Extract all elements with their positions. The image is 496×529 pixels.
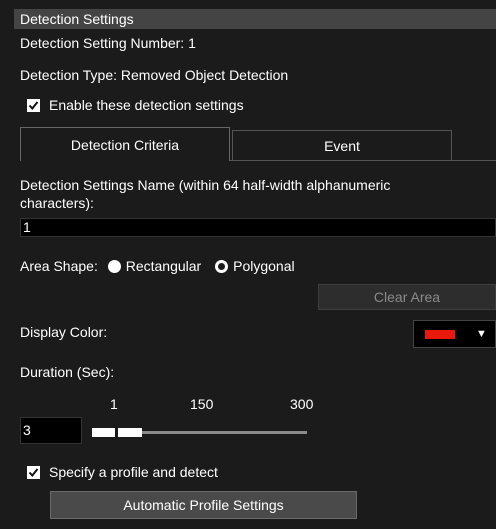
tab-detection-criteria[interactable]: Detection Criteria (20, 127, 230, 161)
name-field-label: Detection Settings Name (within 64 half-… (20, 177, 391, 193)
detection-name-input[interactable]: 1 (20, 218, 496, 237)
name-field-label-cont: characters): (20, 195, 94, 211)
color-swatch (425, 330, 455, 339)
chevron-down-icon: ▼ (476, 328, 487, 340)
detection-settings-panel: Detection Settings Detection Setting Num… (0, 0, 496, 529)
checkmark-icon (28, 468, 39, 478)
duration-input[interactable]: 3 (20, 417, 82, 444)
polygonal-label: Polygonal (233, 258, 295, 274)
duration-label: Duration (Sec): (20, 364, 115, 380)
checkmark-icon (28, 101, 39, 111)
rectangular-radio[interactable] (107, 260, 121, 273)
detection-setting-number: Detection Setting Number: 1 (20, 35, 196, 51)
profile-checkbox-row[interactable]: Specify a profile and detect (27, 463, 218, 481)
enable-settings-checkbox[interactable] (27, 99, 40, 112)
automatic-profile-settings-button[interactable]: Automatic Profile Settings (50, 491, 357, 519)
panel-header: Detection Settings (14, 9, 496, 29)
enable-settings-label: Enable these detection settings (49, 97, 244, 113)
area-shape-label: Area Shape: (20, 258, 98, 274)
area-shape-row: Area Shape: Rectangular Polygonal (20, 257, 295, 275)
profile-checkbox[interactable] (27, 466, 40, 479)
rectangular-label: Rectangular (125, 258, 202, 274)
tick-label-min: 1 (110, 396, 118, 412)
display-color-select[interactable]: ▼ (413, 320, 496, 348)
profile-label: Specify a profile and detect (49, 464, 218, 480)
polygonal-radio[interactable] (215, 260, 229, 273)
clear-area-button[interactable]: Clear Area (318, 284, 496, 310)
display-color-label: Display Color: (20, 324, 108, 340)
tab-event[interactable]: Event (232, 130, 452, 161)
detection-type: Detection Type: Removed Object Detection (20, 67, 289, 83)
tick-label-max: 300 (290, 396, 314, 412)
tab-bar: Detection Criteria Event (20, 127, 496, 161)
enable-settings-checkbox-row[interactable]: Enable these detection settings (27, 96, 244, 114)
duration-slider-thumb[interactable] (114, 428, 118, 437)
tick-label-mid: 150 (190, 396, 214, 412)
